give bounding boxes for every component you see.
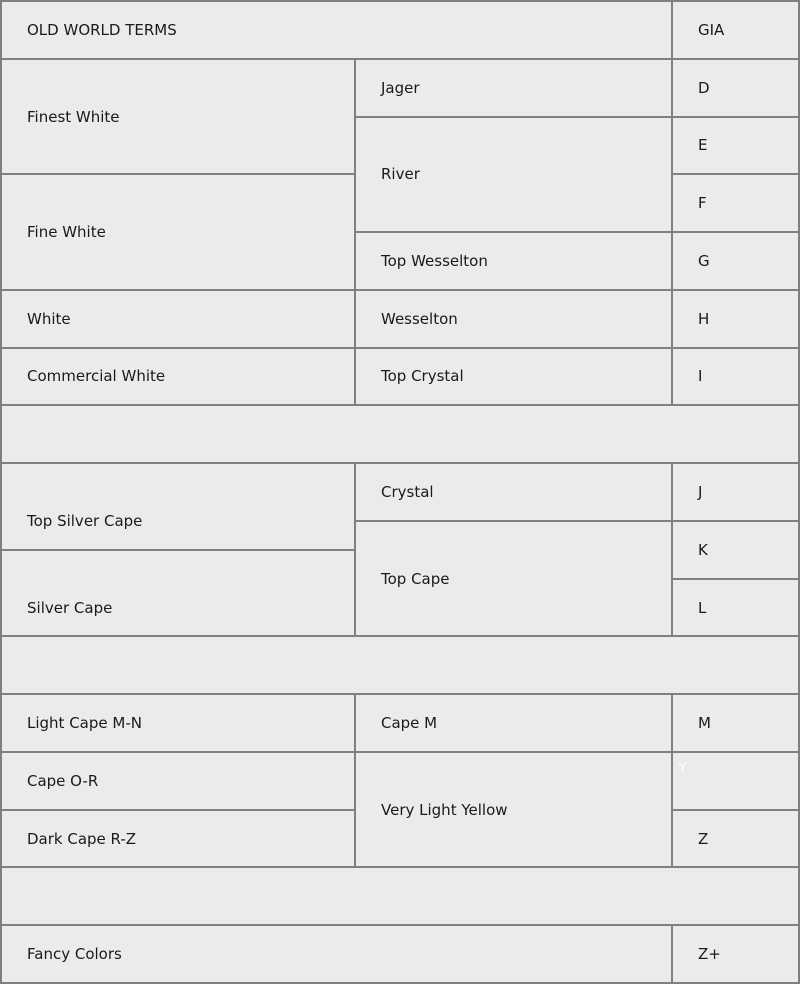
cell-cape-or: Cape O-R	[1, 751, 355, 810]
cell-white: White	[1, 289, 355, 348]
cell-wesselton: Wesselton	[355, 289, 672, 348]
cell-g: G	[672, 232, 799, 290]
cell-river: River	[355, 116, 672, 233]
cell-f: F	[672, 174, 799, 233]
cell-e: E	[672, 116, 799, 175]
header-old-world-terms: OLD WORLD TERMS	[1, 1, 672, 59]
cell-i: I	[672, 347, 799, 406]
cell-top-wesselton: Top Wesselton	[355, 232, 672, 290]
color-grade-table: OLD WORLD TERMS GIA Finest White Fine Wh…	[0, 0, 800, 984]
cell-j: J	[672, 463, 799, 521]
cell-fine-white: Fine White	[1, 174, 355, 290]
cell-k: K	[672, 520, 799, 579]
spacer-row	[1, 405, 799, 464]
cell-z: Z	[672, 809, 799, 868]
cell-d: D	[672, 58, 799, 117]
spacer-row	[1, 867, 799, 926]
cell-dark-cape: Dark Cape R-Z	[1, 809, 355, 868]
cell-top-silver-cape: Top Silver Cape	[1, 463, 355, 550]
cell-zplus: Z+	[672, 925, 799, 983]
cell-light-cape: Light Cape M-N	[1, 694, 355, 752]
cell-h: H	[672, 289, 799, 348]
cell-finest-white: Finest White	[1, 58, 355, 175]
cell-top-crystal: Top Crystal	[355, 347, 672, 406]
cell-commercial-white: Commercial White	[1, 347, 355, 406]
header-gia: GIA	[672, 1, 799, 59]
cell-top-cape: Top Cape	[355, 520, 672, 637]
cell-cape-m: Cape M	[355, 694, 672, 752]
cell-m: M	[672, 694, 799, 752]
cell-l: L	[672, 578, 799, 637]
cell-crystal: Crystal	[355, 463, 672, 521]
cell-fancy-colors: Fancy Colors	[1, 925, 672, 983]
spacer-row	[1, 636, 799, 695]
cell-silver-cape: Silver Cape	[1, 549, 355, 637]
cell-very-light-yellow: Very Light Yellow	[355, 751, 672, 868]
cell-y: Y	[672, 751, 799, 810]
cell-jager: Jager	[355, 58, 672, 117]
